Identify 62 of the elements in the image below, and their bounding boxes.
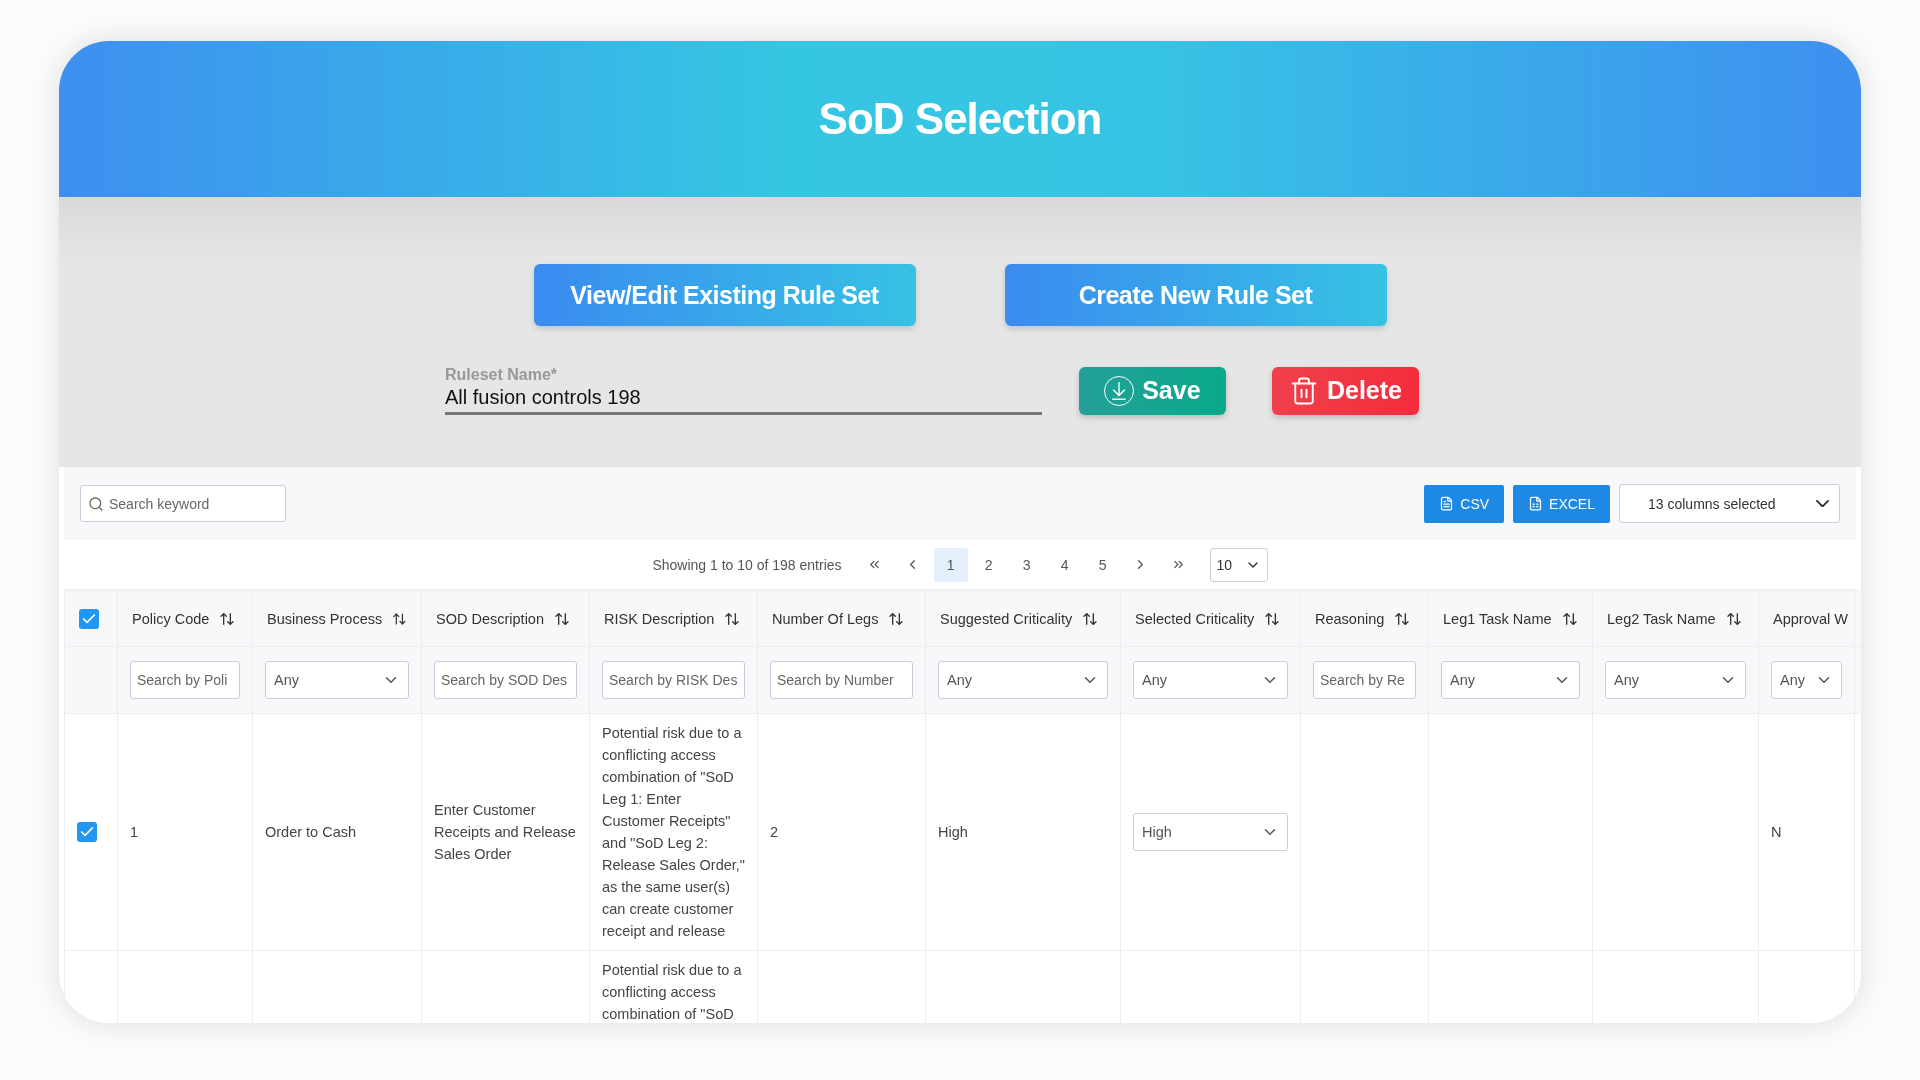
columns-select[interactable]: 13 columns selected (1619, 484, 1840, 523)
filter-select[interactable]: Any (1605, 661, 1746, 699)
filter-field[interactable]: Search by SOD Des (434, 661, 577, 699)
sort-icon[interactable] (724, 610, 741, 627)
column-header: Business Process (267, 610, 383, 627)
page-title: SoD Selection (818, 94, 1102, 144)
column-header: Reasoning (1315, 610, 1385, 627)
page-button[interactable]: 1 (933, 547, 968, 582)
page-size-select[interactable]: 10 (1209, 547, 1268, 582)
filter-select[interactable]: Any (1771, 661, 1842, 699)
filter-field[interactable]: Search by RISK Des (602, 661, 745, 699)
column-header: Leg1 Task Name (1443, 610, 1552, 627)
sort-icon[interactable] (1725, 610, 1742, 627)
csv-button[interactable]: CSV (1424, 484, 1505, 523)
table-cell-text: Order to Cash (265, 824, 357, 840)
search-field[interactable]: Search keyword (80, 485, 286, 522)
table-cell-text: N (1771, 824, 1782, 840)
column-header: Approval W (1773, 610, 1848, 627)
page-button[interactable]: 3 (1009, 547, 1044, 582)
filter-field[interactable]: Search by Re (1313, 661, 1416, 699)
sort-icon[interactable] (1264, 610, 1281, 627)
sort-icon[interactable] (888, 610, 905, 627)
column-header: Number Of Legs (772, 610, 879, 627)
chevron-down-icon (1816, 499, 1829, 508)
sort-icon[interactable] (1394, 610, 1411, 627)
search-icon (88, 496, 104, 512)
filter-select[interactable]: Any (1441, 661, 1580, 699)
sort-icon[interactable] (1561, 610, 1578, 627)
column-header: SOD Description (436, 610, 544, 627)
field-label: Ruleset Name* (445, 366, 559, 384)
entries-summary: Showing 1 to 10 of 198 entries (652, 556, 842, 573)
sort-icon[interactable] (1082, 610, 1099, 627)
table-cell-text: 1 (130, 824, 139, 840)
filter-select[interactable]: Any (265, 661, 409, 699)
column-header: Leg2 Task Name (1607, 610, 1716, 627)
document-icon (1439, 496, 1455, 511)
column-header: RISK Description (604, 610, 715, 627)
filter-select[interactable]: Any (938, 661, 1108, 699)
table-cell-text: High (938, 824, 968, 840)
filter-field[interactable]: Search by Number (770, 661, 913, 699)
table-cell-text: Potential risk due to a conflicting access combination of "SoD (602, 962, 742, 1022)
filter-select[interactable]: Any (1133, 661, 1288, 699)
table-cell-text: Enter Customer Receipts and Release Sales Order (434, 802, 576, 862)
sort-icon[interactable] (554, 610, 570, 627)
criticality-select[interactable]: High (1133, 813, 1288, 851)
column-header: Selected Criticality (1135, 610, 1255, 627)
ruleset-name-field[interactable]: All fusion controls 198 (445, 384, 1042, 415)
page-button[interactable]: 2 (971, 547, 1006, 582)
column-header: Policy Code (132, 610, 210, 627)
spreadsheet-icon (1528, 496, 1544, 511)
filter-field[interactable]: Search by Poli (130, 661, 240, 699)
column-header: Suggested Criticality (940, 610, 1073, 627)
page-button[interactable]: 5 (1085, 547, 1120, 582)
excel-button[interactable]: EXCEL (1513, 484, 1610, 523)
checkbox[interactable] (77, 822, 97, 842)
sort-icon[interactable] (219, 610, 236, 627)
page-button[interactable]: 4 (1047, 547, 1082, 582)
table-cell-text: 2 (770, 824, 779, 840)
delete-button[interactable]: Delete (1271, 366, 1419, 415)
table-cell-text: Potential risk due to a conflicting access combination of "SoD Leg 1: Enter Customer Receipts" and "SoD Leg 2: Release Sales Order," as the same user(s) can create customer receipt and release (602, 725, 745, 939)
checkbox[interactable] (79, 608, 99, 629)
sort-icon[interactable] (392, 610, 407, 627)
